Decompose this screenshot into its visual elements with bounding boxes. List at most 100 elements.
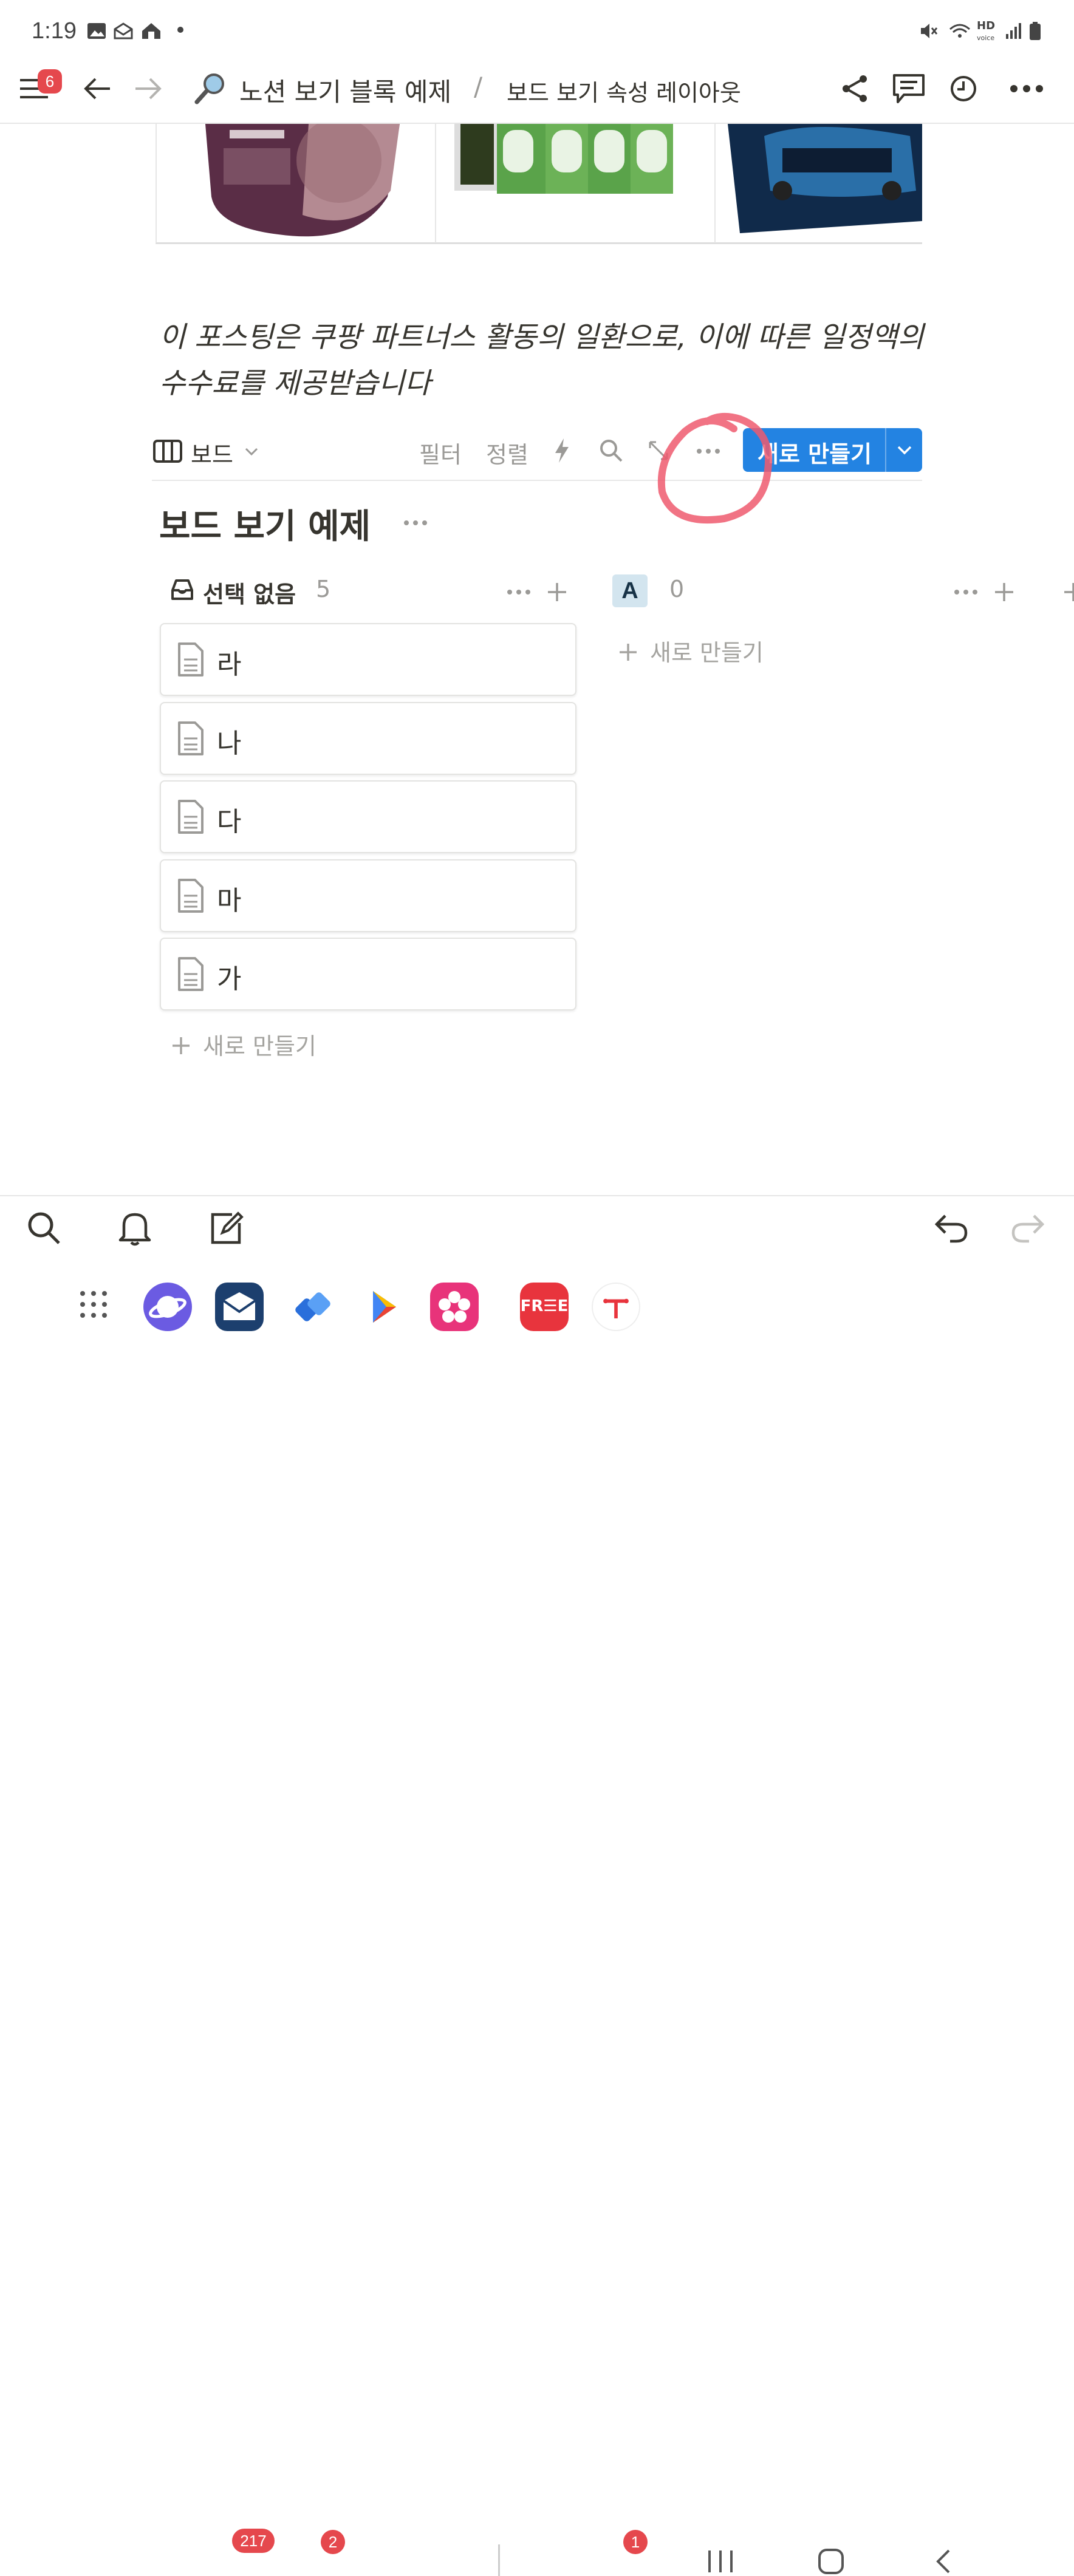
board-card[interactable]: 마: [160, 859, 576, 932]
plus-icon: [173, 1037, 190, 1054]
t-app-icon[interactable]: [592, 1283, 640, 1331]
search-icon[interactable]: [599, 438, 623, 463]
board-card[interactable]: 가: [160, 938, 576, 1010]
arrow-left-icon: [84, 78, 110, 100]
seaweed-product-image: [454, 124, 673, 194]
filter-button[interactable]: 필터: [419, 436, 462, 469]
chevron-down-icon: [245, 448, 258, 456]
comments-button[interactable]: [891, 70, 927, 107]
inbox-icon: [171, 579, 193, 600]
blossom-app-icon[interactable]: [430, 1283, 479, 1331]
recent-apps-icon[interactable]: [707, 2549, 734, 2574]
back-button[interactable]: [79, 70, 115, 107]
rice-product-image: [205, 124, 400, 237]
history-button[interactable]: [945, 70, 982, 107]
card-title: 라: [217, 649, 242, 680]
undo-button[interactable]: [932, 1208, 971, 1247]
affiliate-notice-line-1: 이 포스팅은 쿠팡 파트너스 활동의 일환으로, 이에 따른 일정액의: [159, 321, 924, 354]
hd-voice-icon: HD voice: [977, 19, 996, 43]
page-icon: [178, 957, 204, 991]
samsung-internet-app-icon[interactable]: [143, 1283, 192, 1331]
add-card-plus-icon[interactable]: [994, 582, 1014, 602]
battery-icon: [1030, 22, 1041, 40]
t-logo-icon: [603, 1298, 629, 1318]
app-drawer-icon[interactable]: [79, 1290, 108, 1319]
board-card[interactable]: 나: [160, 702, 576, 775]
share-icon: [843, 75, 867, 102]
group-tag-a[interactable]: A: [612, 574, 648, 607]
search-button[interactable]: [24, 1208, 63, 1247]
card-title: 가: [217, 964, 242, 995]
t-app-badge: 1: [623, 2530, 648, 2554]
lego-car-product-image: [728, 124, 922, 233]
breadcrumb-page[interactable]: 노션 보기 블록 예제: [239, 72, 451, 109]
notifications-button[interactable]: [115, 1208, 154, 1247]
more-notifications-dot: [177, 27, 183, 33]
board-title-ellipsis-icon[interactable]: [403, 520, 428, 526]
gallery-card[interactable]: [157, 124, 436, 243]
magnifier-emoji-icon: [194, 73, 224, 104]
card-title: 나: [217, 728, 242, 759]
play-triangle-icon: [373, 1291, 396, 1323]
wifi-icon: [949, 24, 970, 38]
bottom-toolbar: [0, 1195, 1074, 1257]
view-label: 보드: [191, 441, 233, 468]
play-store-app-icon[interactable]: [358, 1283, 407, 1331]
plus-icon: [620, 644, 637, 661]
sort-button[interactable]: 정렬: [486, 436, 528, 469]
group-options-ellipsis-icon[interactable]: [954, 589, 978, 595]
group-options-ellipsis-icon[interactable]: [507, 589, 531, 595]
new-page-button[interactable]: [207, 1208, 245, 1247]
search-icon: [28, 1212, 60, 1244]
breadcrumb-separator: /: [474, 72, 483, 101]
tasks-icon: [295, 1292, 330, 1321]
free-app-icon[interactable]: FR☰E: [520, 1283, 569, 1331]
dock-divider: [498, 2544, 500, 2576]
gallery-card[interactable]: [436, 124, 716, 243]
mail-badge: 217: [232, 2529, 275, 2553]
page-icon: [178, 879, 204, 913]
card-title: 다: [217, 806, 242, 837]
taskbar: 217 2 FR☰E 1: [0, 1257, 1074, 2576]
page-icon: [178, 642, 204, 676]
affiliate-notice: 이 포스팅은 쿠팡 파트너스 활동의 일환으로, 이에 따른 일정액의 수수료를…: [159, 315, 925, 407]
undo-icon: [934, 1215, 968, 1243]
forward-button[interactable]: [130, 70, 166, 107]
breadcrumb-current[interactable]: 보드 보기 속성 레이아웃: [507, 74, 741, 107]
system-back-icon[interactable]: [934, 2549, 951, 2574]
chevron-down-icon: [897, 446, 911, 455]
new-item-dropdown[interactable]: [886, 428, 922, 472]
ellipsis-icon: [1010, 85, 1043, 92]
annotation-circle: [657, 412, 772, 524]
view-switcher[interactable]: 보드: [152, 434, 261, 469]
gallery-notification-icon: [87, 23, 106, 39]
group-count: 0: [669, 576, 685, 602]
gallery-card[interactable]: [716, 124, 922, 243]
home-icon[interactable]: [818, 2548, 844, 2575]
page-icon: [178, 721, 204, 755]
menu-badge: 6: [38, 69, 62, 94]
flower-icon: [439, 1291, 470, 1323]
page-icon: [178, 800, 204, 834]
redo-icon: [1011, 1215, 1045, 1243]
new-item-link-label: 새로 만들기: [650, 639, 764, 666]
affiliate-notice-line-2: 수수료를 제공받습니다: [159, 367, 431, 400]
board-card[interactable]: 다: [160, 780, 576, 853]
more-options-button[interactable]: [1008, 70, 1045, 107]
redo-button[interactable]: [1008, 1208, 1047, 1247]
gallery-strip: [156, 124, 922, 244]
add-group-plus-icon[interactable]: [1063, 582, 1074, 602]
share-button[interactable]: [837, 70, 874, 107]
card-title: 마: [217, 885, 242, 916]
group-name-no-selection[interactable]: 선택 없음: [203, 576, 296, 609]
add-card-plus-icon[interactable]: [547, 582, 567, 602]
compose-icon: [211, 1211, 244, 1244]
automation-lightning-icon[interactable]: [553, 437, 571, 464]
board-title[interactable]: 보드 보기 예제: [159, 499, 371, 548]
board-card[interactable]: 라: [160, 623, 576, 696]
mute-icon: [921, 24, 938, 38]
bell-icon: [118, 1213, 151, 1246]
comment-icon: [893, 74, 925, 103]
mail-app-icon[interactable]: [215, 1283, 264, 1331]
tasks-app-icon[interactable]: [289, 1283, 338, 1331]
